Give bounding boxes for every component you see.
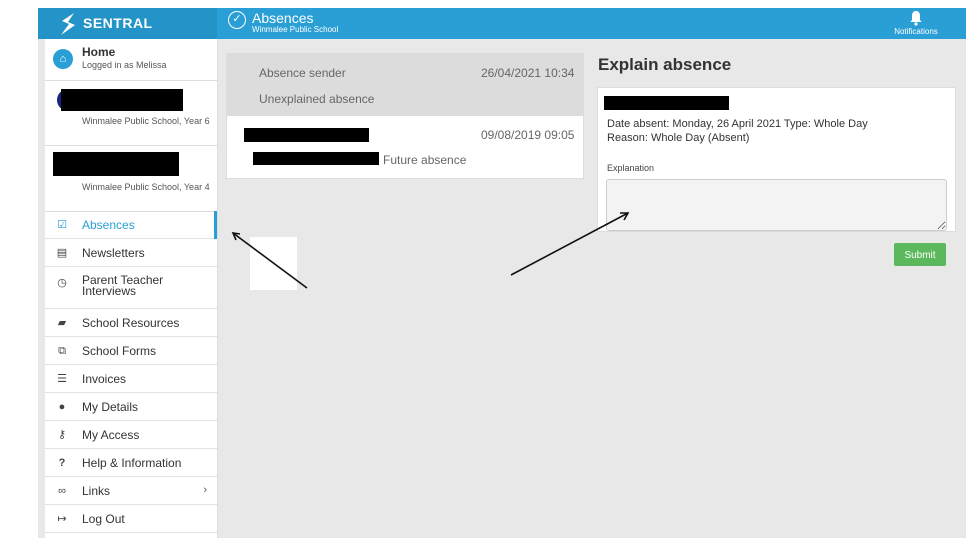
absence-status: Future absence: [383, 153, 467, 167]
explain-absence-card: Date absent: Monday, 26 April 2021 Type:…: [597, 87, 956, 232]
user-icon: ●: [58, 401, 66, 413]
absence-sender: Absence sender: [259, 66, 346, 80]
sidebar-item-label: Invoices: [82, 372, 127, 386]
sidebar-item-label: Help & Information: [82, 456, 182, 470]
redacted-student-name: [604, 96, 729, 110]
sidebar-home[interactable]: ⌂ Home Logged in as Melissa: [45, 39, 217, 81]
sidebar-item-help[interactable]: ? Help & Information: [45, 449, 217, 477]
check-square-icon: ☑: [57, 219, 67, 231]
submit-button[interactable]: Submit: [894, 243, 946, 266]
explanation-label: Explanation: [607, 163, 655, 173]
absence-reason: Reason: Whole Day (Absent): [607, 132, 750, 144]
copy-icon: ⧉: [58, 345, 66, 357]
date-absent: Date absent: Monday, 26 April 2021 Type:…: [607, 118, 868, 130]
absence-status: Unexplained absence: [259, 92, 375, 106]
brand-logo[interactable]: SENTRAL: [38, 8, 217, 39]
sidebar-item-my-details[interactable]: ● My Details: [45, 393, 217, 421]
student-item[interactable]: Winmalee Public School, Year 4: [45, 145, 217, 212]
sentral-app: SENTRAL ✓ Absences Winmalee Public Schoo…: [38, 8, 966, 538]
redacted-student-name: [53, 152, 179, 176]
sidebar-item-label: Log Out: [82, 512, 125, 526]
chevron-right-icon: ›: [203, 484, 207, 496]
question-icon: ?: [58, 457, 66, 469]
explanation-textarea[interactable]: [606, 179, 947, 231]
sidebar-item-label: Parent Teacher Interviews: [82, 273, 164, 298]
home-icon: ⌂: [53, 49, 73, 69]
sidebar-item-school-resources[interactable]: ▰ School Resources: [45, 309, 217, 337]
list-icon: ☰: [57, 373, 67, 385]
notifications-button[interactable]: Notifications: [886, 10, 946, 36]
sidebar-item-label: Absences: [82, 218, 135, 232]
sidebar-item-label: My Access: [82, 428, 140, 442]
sidebar-item-parent-teacher-interviews[interactable]: ◷ Parent Teacher Interviews: [45, 267, 217, 309]
brand-name: SENTRAL: [83, 15, 153, 31]
redacted-student-name: [61, 89, 183, 111]
key-icon: ⚷: [57, 429, 67, 441]
sidebar-item-invoices[interactable]: ☰ Invoices: [45, 365, 217, 393]
sidebar-item-newsletters[interactable]: ▤ Newsletters: [45, 239, 217, 267]
absence-datetime: 09/08/2019 09:05: [481, 128, 575, 142]
newspaper-icon: ▤: [56, 247, 68, 259]
sidebar-nav: ☑ Absences ▤ Newsletters ◷ Parent Teache…: [45, 211, 217, 533]
redacted-student-name: [244, 128, 369, 142]
logged-in-as: Logged in as Melissa: [82, 60, 167, 70]
sidebar-item-label: School Forms: [82, 344, 157, 358]
sidebar-item-label: School Resources: [82, 316, 180, 330]
sidebar-item-label: Newsletters: [82, 246, 145, 260]
student-school: Winmalee Public School, Year 4: [82, 182, 210, 192]
sidebar-item-school-forms[interactable]: ⧉ School Forms: [45, 337, 217, 365]
top-bar: SENTRAL ✓ Absences Winmalee Public Schoo…: [38, 8, 966, 39]
student-item[interactable]: Winmalee Public School, Year 6: [45, 80, 217, 146]
absence-item[interactable]: Absence sender 26/04/2021 10:34 Unexplai…: [227, 54, 583, 116]
check-circle-icon: ✓: [228, 11, 246, 29]
sign-out-icon: ↦: [57, 513, 67, 525]
sidebar-item-log-out[interactable]: ↦ Log Out: [45, 505, 217, 533]
sidebar: ⌂ Home Logged in as Melissa Winmalee Pub…: [45, 39, 218, 538]
blank-panel: [250, 237, 297, 290]
bell-icon: [910, 11, 922, 26]
sidebar-item-label: My Details: [82, 400, 139, 414]
home-title: Home: [82, 45, 116, 59]
absence-item[interactable]: 09/08/2019 09:05 Future absence: [227, 116, 583, 178]
sidebar-item-links[interactable]: ∞ Links ›: [45, 477, 217, 505]
redacted-detail: [253, 152, 379, 165]
student-school: Winmalee Public School, Year 6: [82, 116, 210, 126]
page-title: Absences: [252, 10, 314, 26]
notifications-label: Notifications: [894, 27, 938, 36]
link-icon: ∞: [58, 485, 66, 497]
explain-absence-title: Explain absence: [598, 55, 732, 74]
folder-open-icon: ▰: [57, 317, 67, 329]
absence-datetime: 26/04/2021 10:34: [481, 66, 575, 80]
sentral-logo-icon: [61, 13, 75, 35]
page-subtitle: Winmalee Public School: [252, 25, 339, 34]
absence-list: Absence sender 26/04/2021 10:34 Unexplai…: [226, 53, 584, 179]
sidebar-item-absences[interactable]: ☑ Absences: [45, 211, 217, 239]
clock-icon: ◷: [57, 277, 67, 289]
sidebar-item-label: Links: [82, 484, 111, 498]
sidebar-item-my-access[interactable]: ⚷ My Access: [45, 421, 217, 449]
